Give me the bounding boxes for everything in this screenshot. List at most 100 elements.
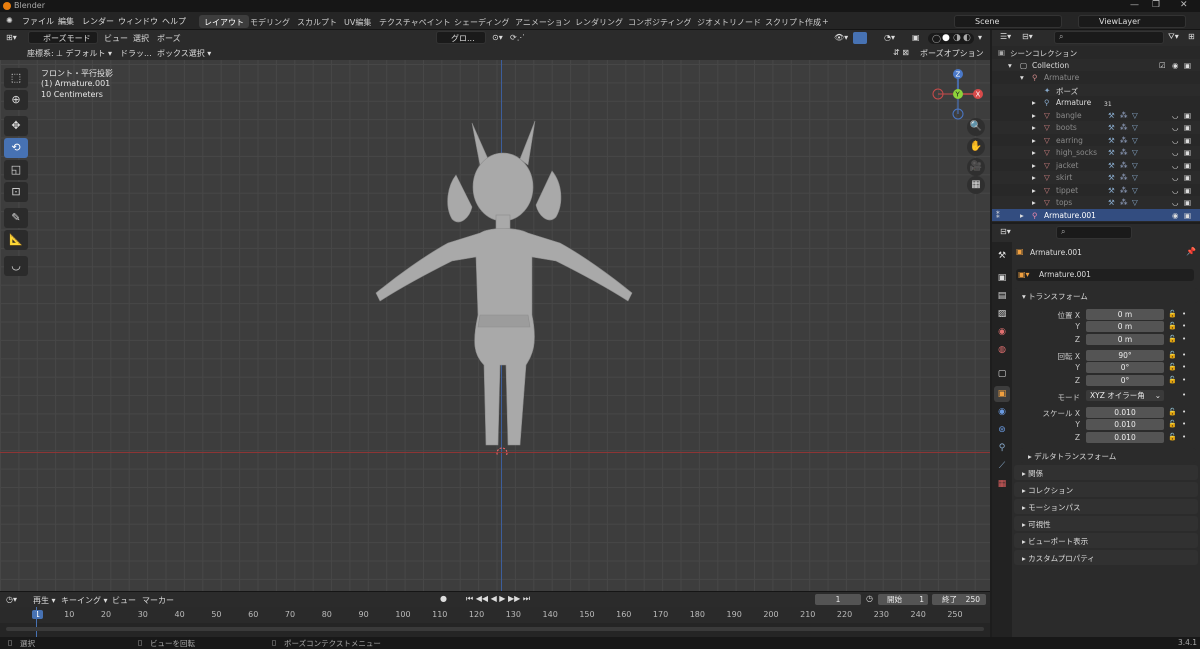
new-collection-icon[interactable]: ⊞ (1188, 32, 1195, 41)
select-mode-dropdown[interactable]: ボックス選択 ▾ (157, 48, 211, 59)
panel-collections[interactable]: ▸ コレクション (1014, 482, 1198, 497)
outliner-row-collection[interactable]: ▾ ▢ Collection ☑ ◉ ▣ (992, 58, 1200, 71)
constraints-tab-icon[interactable]: ⊛ (994, 422, 1010, 438)
keyframe-dot-icon[interactable]: • (1182, 391, 1186, 399)
panel-motion-paths[interactable]: ▸ モーションパス (1014, 499, 1198, 514)
pan-hand-icon[interactable]: ✋ (967, 138, 985, 156)
gizmo-toggle-icon[interactable] (853, 32, 867, 44)
armature-data-tab-icon[interactable]: ⚲ (994, 440, 1010, 456)
tab-geometry-nodes[interactable]: ジオメトリノード (692, 15, 766, 28)
transform-tool-icon[interactable]: ⊡ (4, 182, 28, 202)
outliner-row-pose[interactable]: ✦ ポーズ (992, 83, 1200, 96)
playback-controls[interactable]: ⏮ ◀◀ ◀ ▶ ▶▶ ⏭ (466, 594, 530, 604)
camera-icon[interactable]: 🎥 (967, 158, 985, 176)
camera-render-icon[interactable]: ▣ (1184, 198, 1191, 207)
timeline-area[interactable]: 1 10 20 30 40 50 60 70 80 90 100 110 120 130 140 150 160… (0, 607, 990, 637)
eye-closed-icon[interactable]: ◡ (1172, 173, 1179, 182)
outliner-row-mesh[interactable]: ▸ ▽ high_socks ⚒ ⁂ ▽ ◡ ▣ (992, 146, 1200, 159)
menu-view[interactable]: ビュー (104, 33, 128, 44)
character-model[interactable] (360, 115, 650, 455)
world-tab-icon[interactable]: ◍ (994, 342, 1010, 358)
preview-range-icon[interactable]: ◷ (866, 594, 873, 603)
outliner-editor-icon[interactable]: ☰▾ (1000, 32, 1011, 41)
rotation-z-field[interactable]: 0° (1086, 375, 1164, 386)
shading-options-icon[interactable]: ▾ (978, 33, 982, 42)
menu-render[interactable]: レンダー (82, 16, 114, 27)
add-workspace-icon[interactable]: + (817, 15, 834, 28)
eye-closed-icon[interactable]: ◡ (1172, 123, 1179, 132)
tab-modeling[interactable]: モデリング (245, 15, 295, 28)
tab-animation[interactable]: アニメーション (510, 15, 576, 28)
drag-dropdown[interactable]: ドラッ... (120, 48, 152, 59)
lock-icon[interactable]: 🔓 (1168, 351, 1177, 359)
panel-custom-properties[interactable]: ▸ カスタムプロパティ (1014, 550, 1198, 565)
scale-z-field[interactable]: 0.010 (1086, 432, 1164, 443)
rotation-x-field[interactable]: 90° (1086, 350, 1164, 361)
keyframe-dot-icon[interactable]: • (1182, 376, 1186, 384)
keyframe-dot-icon[interactable]: • (1182, 433, 1186, 441)
lock-icon[interactable]: 🔓 (1168, 420, 1177, 428)
measure-tool-icon[interactable]: 📐 (4, 230, 28, 250)
visibility-icon[interactable]: 👁▾ (834, 33, 848, 42)
camera-render-icon[interactable]: ▣ (1184, 211, 1191, 220)
transform-affect-icons[interactable]: ⇵ ⊠ (893, 48, 909, 57)
pivot-icon[interactable]: ⊙▾ (492, 33, 503, 42)
object-tab-icon[interactable]: ▣ (994, 386, 1010, 402)
display-mode-icon[interactable]: ⊟▾ (1022, 32, 1033, 41)
perspective-grid-icon[interactable]: ▦ (967, 176, 985, 194)
xray-icon[interactable]: ▣ (912, 33, 920, 42)
rotation-mode-dropdown[interactable]: XYZ オイラー角 ⌄ (1086, 390, 1164, 401)
editor-type-icon[interactable]: ⊞▾ (6, 33, 17, 42)
mode-selector[interactable]: ポーズモード (28, 31, 98, 44)
blender-menu-icon[interactable]: ✺ (6, 16, 13, 25)
outliner-search-input[interactable]: ⌕ (1054, 31, 1164, 44)
record-icon[interactable]: ● (440, 594, 447, 603)
tool-tab-icon[interactable]: ⚒ (994, 248, 1010, 264)
tab-compositing[interactable]: コンポジティング (623, 15, 697, 28)
object-name-field[interactable]: ▣▾ Armature.001 (1016, 269, 1194, 281)
lock-icon[interactable]: 🔓 (1168, 310, 1177, 318)
location-x-field[interactable]: 0 m (1086, 309, 1164, 320)
lock-icon[interactable]: 🔓 (1168, 433, 1177, 441)
zoom-icon[interactable]: 🔍 (967, 118, 985, 136)
keyframe-dot-icon[interactable]: • (1182, 363, 1186, 371)
checkbox-icon[interactable]: ☑ (1159, 61, 1166, 70)
menu-help[interactable]: ヘルプ (162, 16, 186, 27)
camera-render-icon[interactable]: ▣ (1184, 186, 1191, 195)
scene-selector[interactable]: Scene (954, 15, 1062, 28)
keyframe-dot-icon[interactable]: • (1182, 310, 1186, 318)
outliner-row-mesh[interactable]: ▸ ▽ tops ⚒ ⁂ ▽ ◡ ▣ (992, 196, 1200, 209)
panel-visibility[interactable]: ▸ 可視性 (1014, 516, 1198, 531)
marker-menu[interactable]: マーカー (142, 595, 174, 606)
outliner-row-mesh[interactable]: ▸ ▽ boots ⚒ ⁂ ▽ ◡ ▣ (992, 121, 1200, 134)
camera-render-icon[interactable]: ▣ (1184, 161, 1191, 170)
camera-render-icon[interactable]: ▣ (1184, 61, 1191, 70)
output-tab-icon[interactable]: ▤ (994, 288, 1010, 304)
maximize-icon[interactable]: ❐ (1152, 0, 1160, 10)
start-frame-field[interactable]: 開始 1 (878, 594, 928, 605)
annotate-tool-icon[interactable]: ✎ (4, 208, 28, 228)
keyframe-dot-icon[interactable]: • (1182, 408, 1186, 416)
keyframe-dot-icon[interactable]: • (1182, 322, 1186, 330)
panel-viewport-display[interactable]: ▸ ビューポート表示 (1014, 533, 1198, 548)
delta-transform-header[interactable]: ▸ デルタトランスフォーム (1020, 448, 1196, 463)
current-frame-field[interactable]: 1 (815, 594, 861, 605)
rotation-y-field[interactable]: 0° (1086, 362, 1164, 373)
tab-uv-edit[interactable]: UV編集 (339, 15, 376, 28)
transform-orientation[interactable]: グロ... (436, 31, 486, 44)
eye-icon[interactable]: ◉ (1172, 211, 1179, 220)
camera-render-icon[interactable]: ▣ (1184, 148, 1191, 157)
tab-texture-paint[interactable]: テクスチャペイント (374, 15, 456, 28)
properties-search-input[interactable]: ⌕ (1056, 226, 1132, 239)
tab-sculpt[interactable]: スカルプト (292, 15, 342, 28)
lock-icon[interactable]: 🔓 (1168, 408, 1177, 416)
tab-layout[interactable]: レイアウト (199, 15, 249, 28)
bone-tab-icon[interactable]: ⟋ (994, 458, 1010, 474)
eye-closed-icon[interactable]: ◡ (1172, 186, 1179, 195)
timeline-editor-icon[interactable]: ◷▾ (6, 595, 17, 604)
panel-relations[interactable]: ▸ 関係 (1014, 465, 1198, 480)
solid-shading-icon[interactable]: ● (942, 33, 950, 43)
playhead[interactable] (36, 607, 37, 637)
lock-icon[interactable]: 🔓 (1168, 363, 1177, 371)
outliner-row-mesh[interactable]: ▸ ▽ bangle ⚒ ⁂ ▽ ◡ ▣ (992, 109, 1200, 122)
